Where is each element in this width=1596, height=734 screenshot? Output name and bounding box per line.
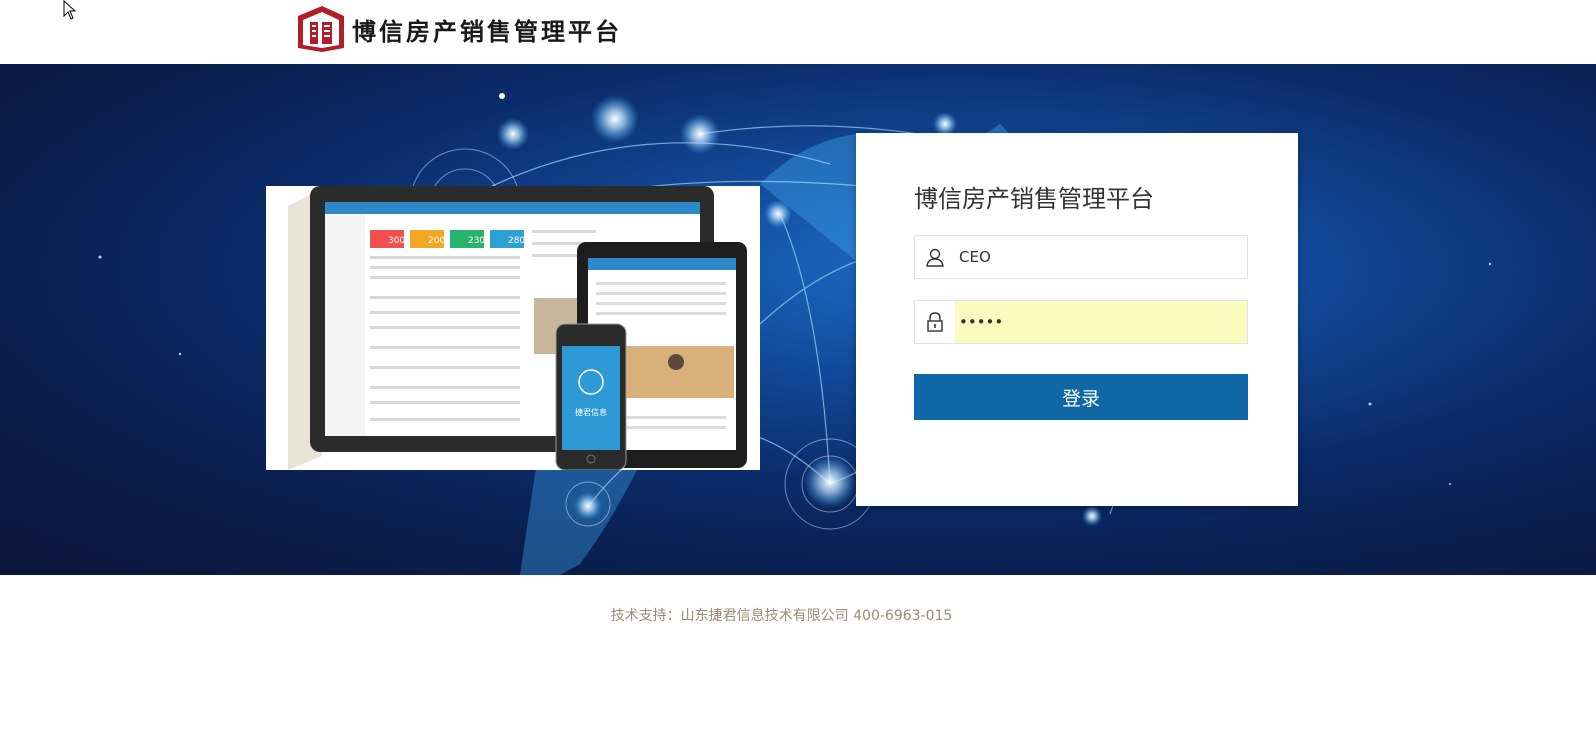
login-button[interactable]: 登录 — [914, 374, 1248, 420]
user-icon — [915, 236, 955, 278]
footer-support-text: 技术支持：山东捷君信息技术有限公司 400-6963-015 — [610, 608, 953, 624]
lock-icon — [915, 301, 955, 343]
username-field-wrapper — [914, 235, 1248, 279]
building-logo-icon — [298, 6, 344, 52]
world-network-background — [98, 93, 1492, 575]
phone-app-name: 捷君信息 — [575, 407, 607, 417]
password-input[interactable] — [955, 301, 1247, 343]
stat-value-2: 200 — [428, 236, 445, 246]
password-field-wrapper — [914, 300, 1248, 344]
mouse-cursor-icon — [63, 0, 77, 20]
login-card: 博信房产销售管理平台 登录 — [856, 133, 1298, 506]
multi-device-preview-image: 300 200 230 280 捷君信息 — [266, 186, 760, 470]
hero-banner: 300 200 230 280 捷君信息 博信房产销售管理平台 CEO ••••… — [0, 64, 1596, 575]
app-title: 博信房产销售管理平台 — [352, 16, 622, 46]
login-title: 博信房产销售管理平台 — [914, 185, 1154, 213]
page-footer: 技术支持：山东捷君信息技术有限公司 400-6963-015 — [0, 575, 1596, 734]
top-header: 博信房产销售管理平台 — [0, 0, 1596, 64]
stat-value-3: 230 — [468, 236, 485, 246]
stat-value-1: 300 — [388, 236, 405, 246]
stat-value-4: 280 — [508, 236, 525, 246]
username-input[interactable] — [955, 236, 1247, 278]
app-logo: 博信房产销售管理平台 — [292, 4, 622, 54]
